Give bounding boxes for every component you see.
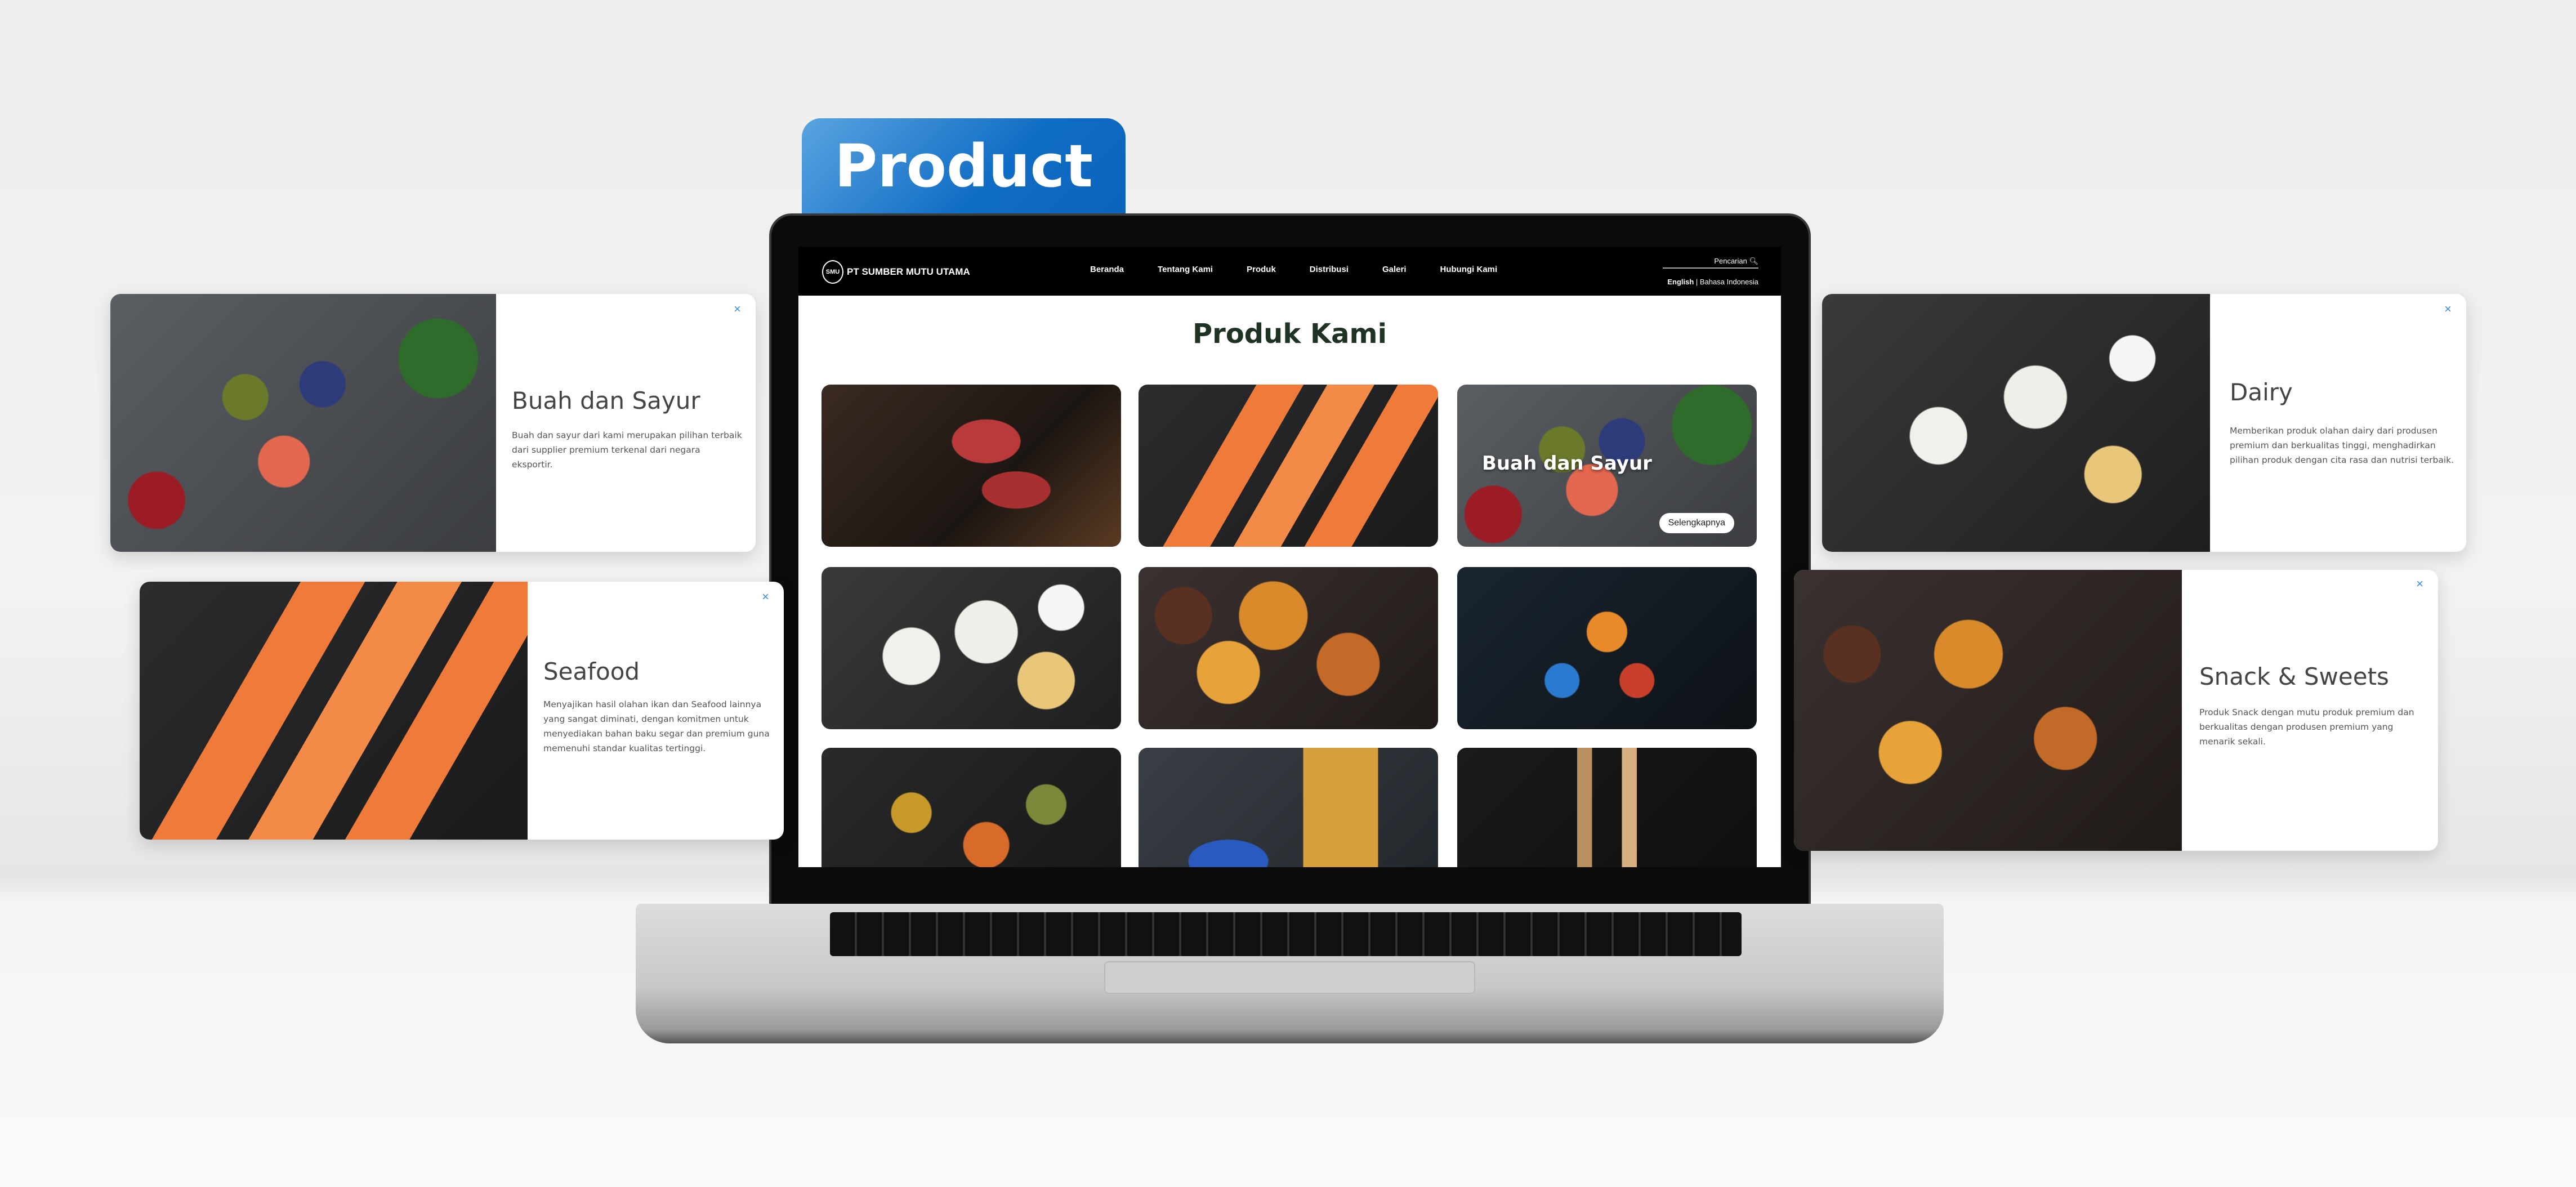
nav-galeri[interactable]: Galeri [1382,265,1407,274]
selengkapnya-button[interactable]: Selengkapnya [1659,513,1734,533]
lang-divider: | [1695,278,1700,286]
product-tile-spices[interactable] [822,748,1121,867]
search-input[interactable]: Pencarian 🔍︎ [1663,257,1758,269]
close-icon[interactable]: × [2444,302,2452,316]
card-image [140,582,528,840]
card-snack-sweets: × Snack & Sweets Produk Snack dengan mut… [1794,570,2438,851]
product-tile-seafood[interactable] [1139,385,1438,547]
card-seafood: × Seafood Menyajikan hasil olahan ikan d… [140,582,784,840]
product-tile-cosmetics[interactable] [1457,748,1757,867]
language-switcher: English | Bahasa Indonesia [1667,278,1758,286]
nav-tentang-kami[interactable]: Tentang Kami [1158,265,1213,274]
nav-produk[interactable]: Produk [1247,265,1276,274]
product-tile-meat[interactable] [822,385,1121,547]
product-tile-drinks[interactable] [1457,567,1757,729]
card-description: Produk Snack dengan mutu produk premium … [2199,707,2414,747]
tile-label: Buah dan Sayur [1482,452,1652,475]
search-placeholder: Pencarian [1714,257,1747,265]
card-title: Snack & Sweets [2199,663,2389,690]
close-icon[interactable]: × [762,590,769,604]
card-image [1822,294,2210,552]
card-description: Memberikan produk olahan dairy dari prod… [2230,426,2454,465]
card-image [110,294,496,552]
company-name: PT SUMBER MUTU UTAMA [847,266,970,277]
card-description: Menyajikan hasil olahan ikan dan Seafood… [543,699,770,753]
page-content: Produk Kami Buah dan Sayur Selengkapnya [798,296,1781,867]
card-title: Seafood [543,658,640,685]
product-tile-luggage[interactable] [1139,748,1438,867]
page-title: Produk Kami [1192,318,1387,350]
laptop-trackpad [1104,961,1475,994]
laptop-keyboard [830,912,1742,956]
product-tile-fruits-vegetables[interactable]: Buah dan Sayur Selengkapnya [1457,385,1757,547]
nav-hubungi-kami[interactable]: Hubungi Kami [1440,265,1498,274]
card-dairy: × Dairy Memberikan produk olahan dairy d… [1822,294,2466,552]
laptop-screen: SMU PT SUMBER MUTU UTAMA Beranda Tentang… [798,247,1781,867]
lang-english[interactable]: English [1667,278,1694,286]
card-title: Buah dan Sayur [512,387,700,414]
site-navbar: SMU PT SUMBER MUTU UTAMA Beranda Tentang… [798,247,1781,296]
site-logo[interactable]: SMU PT SUMBER MUTU UTAMA [822,260,970,284]
search-icon[interactable]: 🔍︎ [1749,257,1758,265]
close-icon[interactable]: × [734,302,741,316]
card-description: Buah dan sayur dari kami merupakan pilih… [512,430,742,470]
card-buah-dan-sayur: × Buah dan Sayur Buah dan sayur dari kam… [110,294,756,552]
product-tile-dairy[interactable] [822,567,1121,729]
close-icon[interactable]: × [2416,577,2423,591]
card-image [1794,570,2182,851]
product-banner: Product [802,118,1126,217]
nav-beranda[interactable]: Beranda [1090,265,1124,274]
globe-logo-icon: SMU [822,260,843,284]
lang-indonesian[interactable]: Bahasa Indonesia [1700,278,1758,286]
product-tile-snacks[interactable] [1139,567,1438,729]
nav-menu: Beranda Tentang Kami Produk Distribusi G… [1090,265,1531,274]
nav-distribusi[interactable]: Distribusi [1310,265,1349,274]
card-title: Dairy [2230,378,2293,406]
